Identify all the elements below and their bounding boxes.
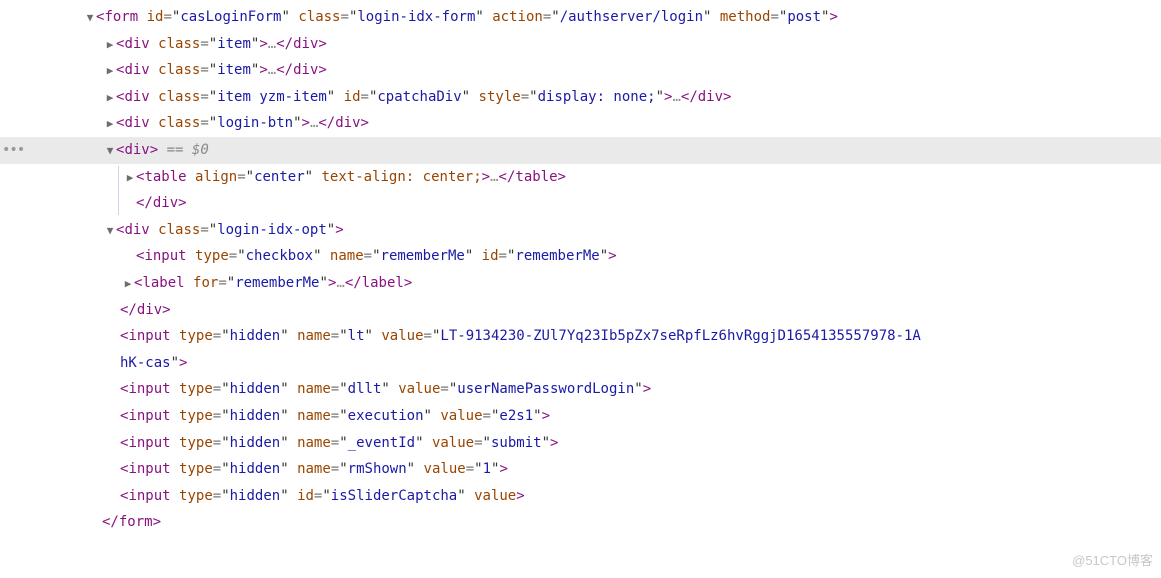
collapse-arrow-icon[interactable]: ▶ <box>104 61 116 82</box>
dom-node-div-captcha[interactable]: ▶<div class="item yzm-item" id="cpatchaD… <box>0 84 1161 111</box>
collapse-arrow-icon[interactable]: ▶ <box>124 168 136 189</box>
child-indent-bar <box>118 166 119 215</box>
dom-node-table[interactable]: ▶<table align="center" text-align: cente… <box>118 164 1161 191</box>
expand-arrow-icon[interactable]: ▼ <box>84 8 96 29</box>
dom-node-input-rmshown[interactable]: <input type="hidden" name="rmShown" valu… <box>0 456 1161 483</box>
dom-tree: ▼<form id="casLoginForm" class="login-id… <box>0 0 1161 536</box>
dom-node-input-dllt[interactable]: <input type="hidden" name="dllt" value="… <box>0 376 1161 403</box>
dom-node-div-item-2[interactable]: ▶<div class="item">…</div> <box>0 57 1161 84</box>
collapse-arrow-icon[interactable]: ▶ <box>122 274 134 295</box>
dom-node-input-eventid[interactable]: <input type="hidden" name="_eventId" val… <box>0 430 1161 457</box>
dom-node-input-rememberme[interactable]: <input type="checkbox" name="rememberMe"… <box>0 243 1161 270</box>
watermark-text: @51CTO博客 <box>1072 549 1153 574</box>
dom-node-form-open[interactable]: ▼<form id="casLoginForm" class="login-id… <box>0 4 1161 31</box>
expand-arrow-icon[interactable]: ▼ <box>104 221 116 242</box>
ellipsis-icon[interactable]: … <box>268 36 276 52</box>
dom-node-div-selected[interactable]: ••• ▼<div> == $0 <box>0 137 1161 164</box>
dom-node-div-loginopt-open[interactable]: ▼<div class="login-idx-opt"> <box>0 217 1161 244</box>
dom-node-div-item-1[interactable]: ▶<div class="item">…</div> <box>0 31 1161 58</box>
dom-node-input-execution[interactable]: <input type="hidden" name="execution" va… <box>0 403 1161 430</box>
dom-node-div-close-1[interactable]: </div> <box>118 190 1161 217</box>
dom-node-form-close[interactable]: </form> <box>0 509 1161 536</box>
ellipsis-icon[interactable]: … <box>672 89 680 105</box>
ellipsis-icon[interactable]: … <box>268 62 276 78</box>
dom-node-input-slidercaptcha[interactable]: <input type="hidden" id="isSliderCaptcha… <box>0 483 1161 510</box>
gutter-dots-icon: ••• <box>2 137 24 164</box>
collapse-arrow-icon[interactable]: ▶ <box>104 114 116 135</box>
dom-node-div-loginbtn[interactable]: ▶<div class="login-btn">…</div> <box>0 110 1161 137</box>
expand-arrow-icon[interactable]: ▼ <box>104 141 116 162</box>
collapse-arrow-icon[interactable]: ▶ <box>104 35 116 56</box>
ellipsis-icon[interactable]: … <box>336 275 344 291</box>
dom-node-div-close-2[interactable]: </div> <box>0 297 1161 324</box>
selected-marker: == $0 <box>167 142 209 158</box>
collapse-arrow-icon[interactable]: ▶ <box>104 88 116 109</box>
ellipsis-icon[interactable]: … <box>490 169 498 185</box>
dom-node-label-rememberme[interactable]: ▶<label for="rememberMe">…</label> <box>0 270 1161 297</box>
dom-node-input-lt-wrap[interactable]: hK-cas"> <box>0 350 1161 377</box>
dom-node-input-lt[interactable]: <input type="hidden" name="lt" value="LT… <box>0 323 1161 350</box>
